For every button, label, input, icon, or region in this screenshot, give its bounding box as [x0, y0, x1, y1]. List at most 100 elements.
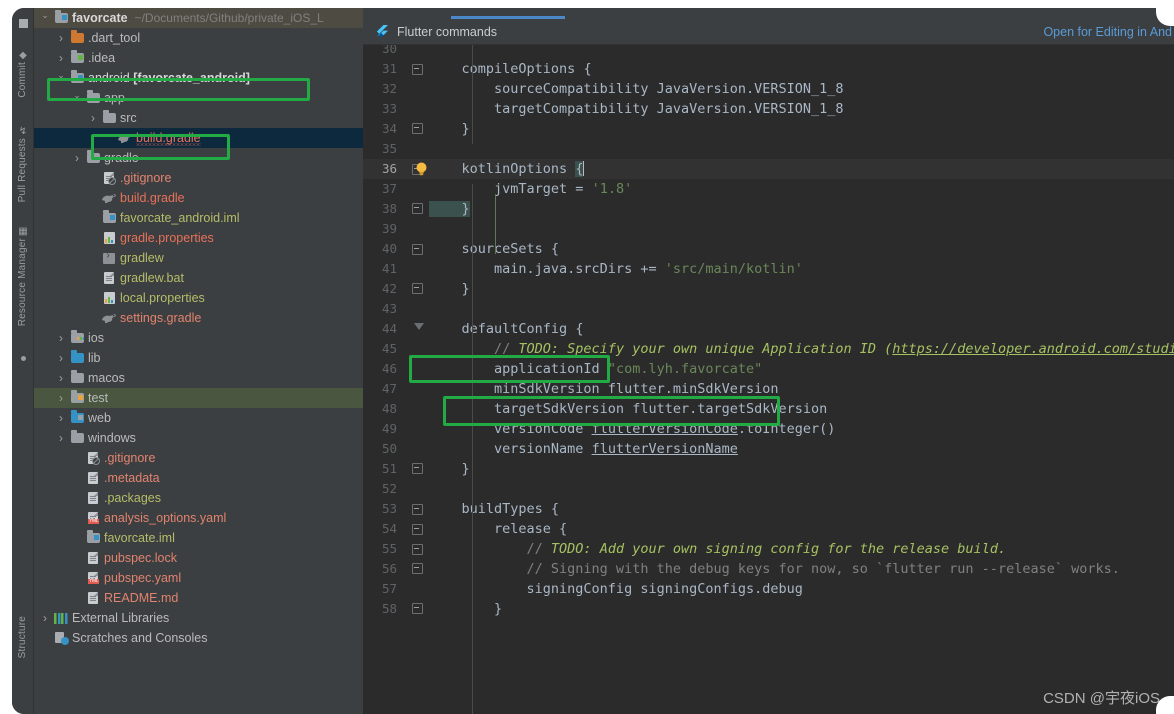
chevron-right-icon[interactable]: [54, 328, 68, 349]
fold-marker[interactable]: [405, 119, 429, 139]
code-line[interactable]: 34 }: [363, 119, 1174, 139]
tree-row-android-favorcate-android[interactable]: android [favorcate_android]: [34, 68, 363, 88]
chevron-right-icon[interactable]: [54, 368, 68, 389]
tree-row-idea[interactable]: .idea: [34, 48, 363, 68]
code-line[interactable]: 50 versionName flutterVersionName: [363, 439, 1174, 459]
code-line[interactable]: 42 }: [363, 279, 1174, 299]
chevron-right-icon[interactable]: [54, 408, 68, 429]
code-line[interactable]: 38 }: [363, 199, 1174, 219]
tree-row-root[interactable]: favorcate ~/Documents/Github/private_iOS…: [34, 8, 363, 28]
open-for-editing-link[interactable]: Open for Editing in And: [1043, 19, 1174, 45]
fold-marker[interactable]: [405, 319, 429, 339]
tree-row-favorcate-iml[interactable]: favorcate.iml: [34, 528, 363, 548]
fold-marker[interactable]: [405, 499, 429, 519]
tree-row-scratches-and-consoles[interactable]: Scratches and Consoles: [34, 628, 363, 648]
fold-marker[interactable]: [405, 459, 429, 479]
code-line[interactable]: 33 targetCompatibility JavaVersion.VERSI…: [363, 99, 1174, 119]
tree-row-gradle-properties[interactable]: gradle.properties: [34, 228, 363, 248]
code-line[interactable]: 35: [363, 139, 1174, 159]
tree-row-lib[interactable]: lib: [34, 348, 363, 368]
code-line[interactable]: 55 // TODO: Add your own signing config …: [363, 539, 1174, 559]
toolwindow-pull-requests-label[interactable]: Pull Requests: [12, 138, 34, 202]
tree-row-macos[interactable]: macos: [34, 368, 363, 388]
flutter-commands-bar[interactable]: Flutter commands Open for Editing in And: [363, 19, 1174, 45]
code-line[interactable]: 32 sourceCompatibility JavaVersion.VERSI…: [363, 79, 1174, 99]
toolwindow-structure-label[interactable]: Structure: [12, 616, 34, 658]
tree-row-src[interactable]: src: [34, 108, 363, 128]
code-line[interactable]: 54 release {: [363, 519, 1174, 539]
code-line[interactable]: 56 // Signing with the debug keys for no…: [363, 559, 1174, 579]
chevron-right-icon[interactable]: [70, 148, 84, 169]
code-line[interactable]: 43: [363, 299, 1174, 319]
code-line[interactable]: 40 sourceSets {: [363, 239, 1174, 259]
chevron-down-icon[interactable]: [54, 68, 68, 88]
tree-row-windows[interactable]: windows: [34, 428, 363, 448]
chevron-right-icon[interactable]: [54, 48, 68, 69]
code-line[interactable]: 37 jvmTarget = '1.8': [363, 179, 1174, 199]
tree-row-build-gradle[interactable]: build.gradle: [34, 128, 363, 148]
tree-row-gradlew[interactable]: gradlew: [34, 248, 363, 268]
code-line[interactable]: 52: [363, 479, 1174, 499]
tree-row-readme-md[interactable]: README.md: [34, 588, 363, 608]
project-tool-icon[interactable]: [18, 19, 28, 28]
chevron-right-icon[interactable]: [86, 108, 100, 129]
code-line[interactable]: 48 targetSdkVersion flutter.targetSdkVer…: [363, 399, 1174, 419]
chevron-right-icon[interactable]: [54, 428, 68, 449]
code-line[interactable]: 41 main.java.srcDirs += 'src/main/kotlin…: [363, 259, 1174, 279]
fold-marker[interactable]: [405, 519, 429, 539]
editor-area[interactable]: Flutter commands Open for Editing in And…: [363, 8, 1174, 714]
tree-row-settings-gradle[interactable]: settings.gradle: [34, 308, 363, 328]
fold-marker[interactable]: [405, 239, 429, 259]
tree-row-metadata[interactable]: .metadata: [34, 468, 363, 488]
code-line[interactable]: 47 minSdkVersion flutter.minSdkVersion: [363, 379, 1174, 399]
tree-row-gitignore[interactable]: .gitignore: [34, 448, 363, 468]
tree-row-web[interactable]: web: [34, 408, 363, 428]
left-tool-window-bar[interactable]: ◆ Commit ↯ Pull Requests ▦ Resource Mana…: [12, 8, 34, 714]
toolwindow-commit-label[interactable]: Commit: [12, 62, 34, 98]
chevron-down-icon[interactable]: [70, 88, 84, 108]
fold-marker[interactable]: [405, 599, 429, 619]
tree-row-packages[interactable]: .packages: [34, 488, 363, 508]
tree-row-favorcate-android-iml[interactable]: favorcate_android.iml: [34, 208, 363, 228]
project-tree[interactable]: favorcate ~/Documents/Github/private_iOS…: [34, 8, 363, 648]
fold-marker[interactable]: [405, 199, 429, 219]
fold-marker[interactable]: [405, 279, 429, 299]
tree-row-gradlew-bat[interactable]: gradlew.bat: [34, 268, 363, 288]
tree-row-dart-tool[interactable]: .dart_tool: [34, 28, 363, 48]
tree-row-local-properties[interactable]: local.properties: [34, 288, 363, 308]
code-line[interactable]: 46 applicationId "com.lyh.favorcate": [363, 359, 1174, 379]
fold-marker[interactable]: [405, 559, 429, 579]
chevron-right-icon[interactable]: [54, 348, 68, 369]
chevron-right-icon[interactable]: [38, 608, 52, 629]
tree-row-external-libraries[interactable]: External Libraries: [34, 608, 363, 628]
code-line[interactable]: 45 // TODO: Specify your own unique Appl…: [363, 339, 1174, 359]
tree-row-build-gradle[interactable]: build.gradle: [34, 188, 363, 208]
code-line[interactable]: 44 defaultConfig {: [363, 319, 1174, 339]
chevron-down-icon[interactable]: [38, 8, 52, 28]
chevron-right-icon[interactable]: [54, 28, 68, 49]
tree-row-ios[interactable]: ios: [34, 328, 363, 348]
tree-row-pubspec-yaml[interactable]: YML pubspec.yaml: [34, 568, 363, 588]
code-line[interactable]: 58 }: [363, 599, 1174, 619]
code-line[interactable]: 31 compileOptions {: [363, 59, 1174, 79]
tree-row-analysis-options-yaml[interactable]: YML analysis_options.yaml: [34, 508, 363, 528]
code-line[interactable]: 53 buildTypes {: [363, 499, 1174, 519]
tree-row-gradle[interactable]: gradle: [34, 148, 363, 168]
code-line[interactable]: 57 signingConfig signingConfigs.debug: [363, 579, 1174, 599]
editor-tab-bar[interactable]: [363, 8, 1174, 19]
code-lines[interactable]: 30 31 compileOptions {32 sourceCompatibil…: [363, 39, 1174, 619]
toolwindow-resource-manager-label[interactable]: Resource Manager: [12, 238, 34, 326]
fold-marker[interactable]: [405, 59, 429, 79]
chevron-right-icon[interactable]: [54, 388, 68, 409]
code-line[interactable]: 39: [363, 219, 1174, 239]
tree-row-gitignore[interactable]: .gitignore: [34, 168, 363, 188]
tree-row-pubspec-lock[interactable]: pubspec.lock: [34, 548, 363, 568]
lightbulb-intention-icon[interactable]: [415, 162, 428, 176]
code-line[interactable]: 51 }: [363, 459, 1174, 479]
tree-row-test[interactable]: test: [34, 388, 363, 408]
fold-marker[interactable]: [405, 539, 429, 559]
code-line[interactable]: 49 versionCode flutterVersionCode.toInte…: [363, 419, 1174, 439]
tree-row-app[interactable]: app: [34, 88, 363, 108]
code-line[interactable]: 36 kotlinOptions {: [363, 159, 1174, 179]
project-tool-window[interactable]: favorcate ~/Documents/Github/private_iOS…: [34, 8, 363, 714]
